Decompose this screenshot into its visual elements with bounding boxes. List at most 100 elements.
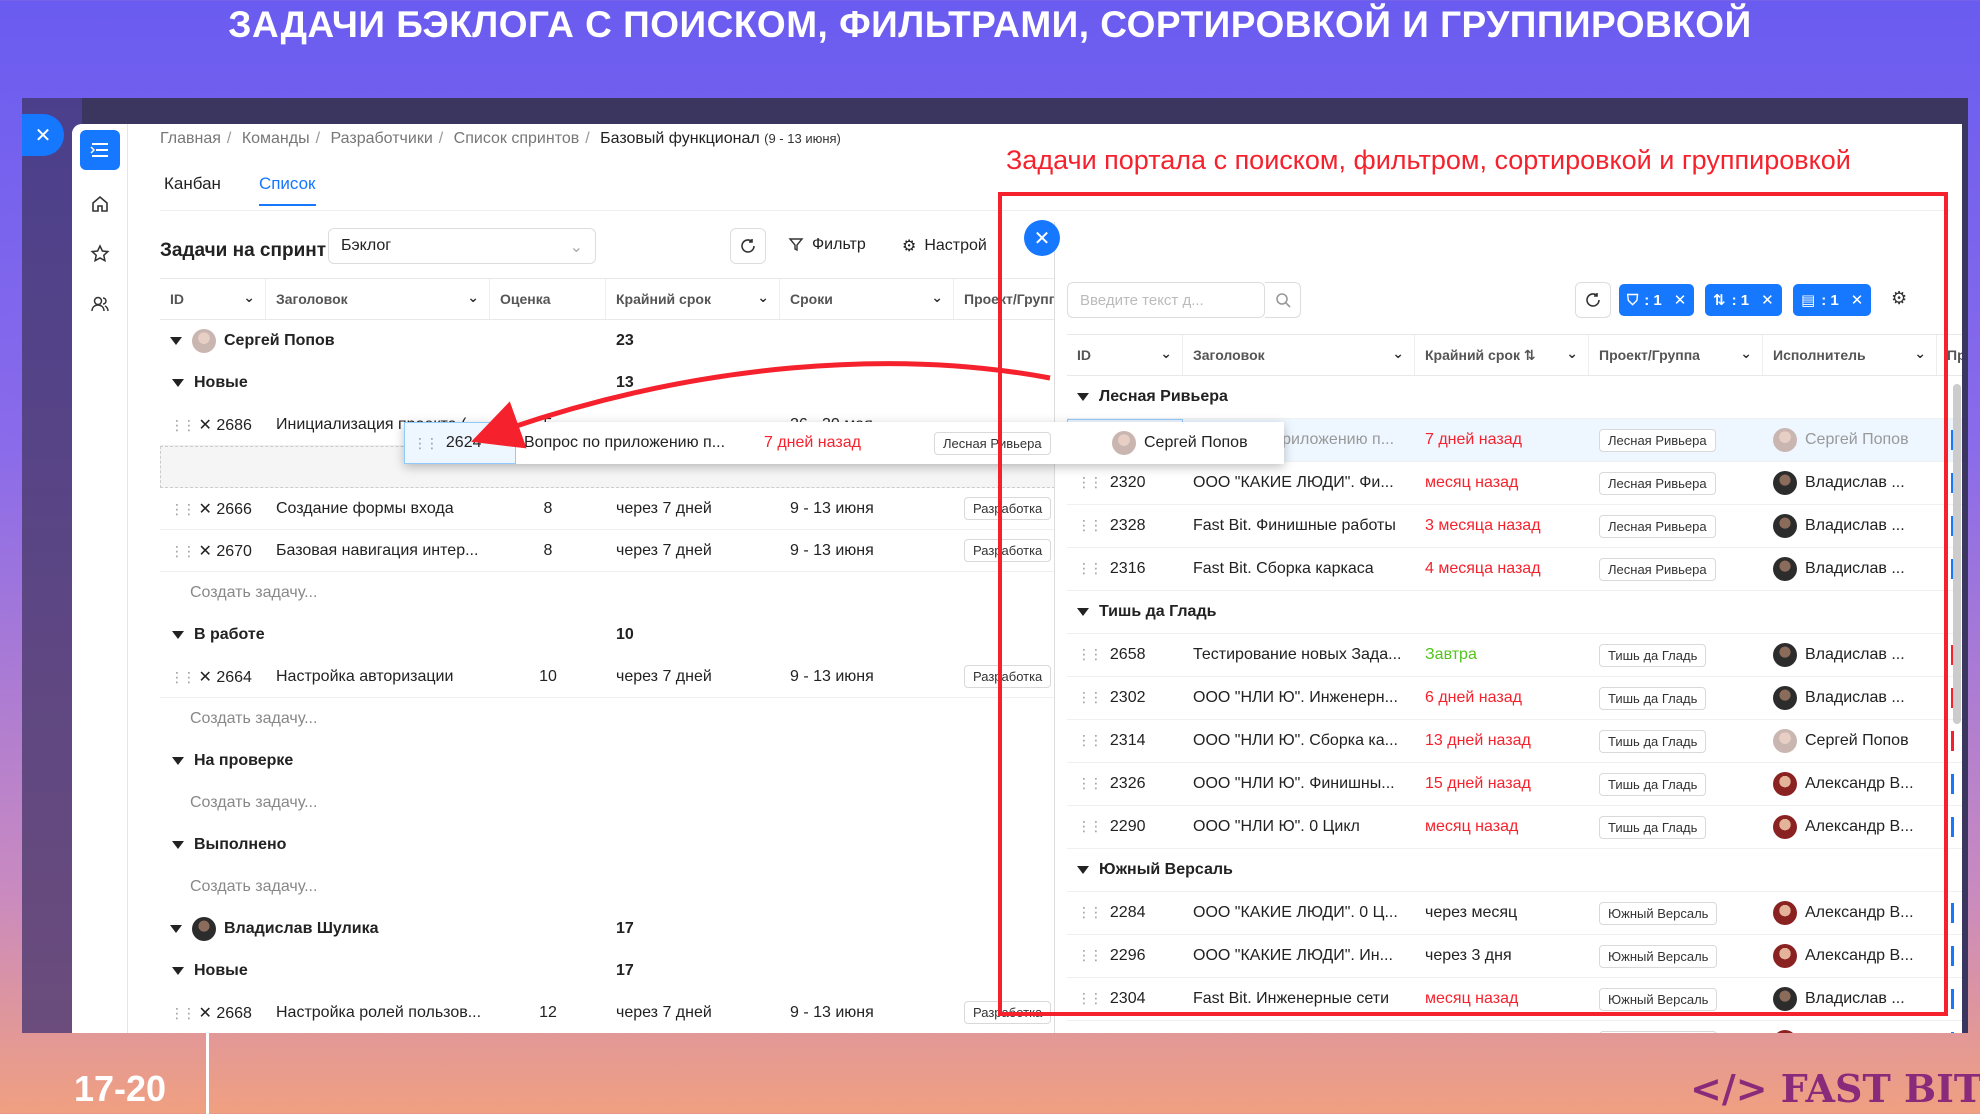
caret-down-icon <box>1077 392 1089 401</box>
status-group-row[interactable]: На проверке <box>160 740 1060 782</box>
create-task-link[interactable]: Создать задачу... <box>160 572 1060 614</box>
column-id[interactable]: ID ⌄ <box>1067 335 1183 375</box>
caret-down-icon <box>172 756 184 765</box>
star-icon[interactable] <box>86 240 114 268</box>
tab-list[interactable]: Список <box>258 174 316 206</box>
priority-marker <box>1951 946 1954 966</box>
column-estimate[interactable]: Оценка <box>490 279 606 319</box>
column-deadline[interactable]: Крайний срок ⇅ ⌄ <box>1415 335 1589 375</box>
table-row[interactable]: ⋮⋮ ✕ 2670 Базовая навигация интер... 8 ч… <box>160 530 1060 572</box>
team-icon[interactable] <box>86 290 114 318</box>
scrollbar[interactable] <box>1953 384 1961 724</box>
table-row[interactable]: ⋮⋮ 2314 ООО "НЛИ Ю". Сборка ка... 13 дней … <box>1067 720 1962 763</box>
filter-icon: ⛉ <box>1627 291 1639 309</box>
drag-handle-icon: ⋮⋮ <box>170 500 196 517</box>
refresh-button[interactable] <box>730 228 766 264</box>
filter-button[interactable]: Фильтр <box>788 236 866 254</box>
project-group-row[interactable]: Лесная Ривьера <box>1067 376 1962 419</box>
chevron-down-icon: ⌄ <box>1392 345 1404 361</box>
column-deadline[interactable]: Крайний срок ⌄ <box>606 279 780 319</box>
column-project[interactable]: Проект/Группа ⌄ <box>1589 335 1763 375</box>
drag-handle-icon: ⋮⋮ <box>170 542 196 559</box>
table-row[interactable]: ⋮⋮ 2320 ООО "КАКИЕ ЛЮДИ". Фи... месяц наза… <box>1067 462 1962 505</box>
table-row[interactable]: ⋮⋮ ✕ 2664 Настройка авторизации 10 через… <box>160 656 1060 698</box>
sprint-tasks-title: Задачи на спринт <box>160 240 327 261</box>
sprint-select[interactable]: Бэклог ⌄ <box>328 228 596 264</box>
close-panel-icon[interactable]: ✕ <box>1024 220 1060 256</box>
table-row[interactable]: ⋮⋮ 2326 ООО "НЛИ Ю". Финишны... 15 дней на… <box>1067 763 1962 806</box>
remove-icon: ✕ <box>198 542 212 560</box>
breadcrumb-teams[interactable]: Команды <box>242 130 310 147</box>
table-row[interactable]: ⋮⋮ ✕ 2666 Создание формы входа 8 через 7… <box>160 488 1060 530</box>
home-icon[interactable] <box>86 190 114 218</box>
avatar <box>1773 772 1797 796</box>
status-group-row[interactable]: В работе 10 <box>160 614 1060 656</box>
avatar <box>1773 557 1797 581</box>
chevron-down-icon: ⌄ <box>467 289 479 305</box>
drag-handle-icon[interactable]: ⋮⋮ <box>1077 732 1103 748</box>
status-group-row[interactable]: Выполнено <box>160 824 1060 866</box>
sort-chip[interactable]: ⇅: 1 ✕ <box>1705 284 1782 316</box>
column-title[interactable]: Заголовок ⌄ <box>1183 335 1415 375</box>
priority-marker <box>1951 989 1954 1009</box>
create-task-link[interactable]: Создать задачу... <box>160 698 1060 740</box>
column-assignee[interactable]: Исполнитель ⌄ <box>1763 335 1937 375</box>
status-group-row[interactable]: Новые 13 <box>160 362 1060 404</box>
drag-handle-icon[interactable]: ⋮⋮ <box>1077 947 1103 963</box>
sprint-task-table: ID ⌄ Заголовок ⌄ Оценка Крайний срок ⌄ Срок… <box>160 278 1060 1033</box>
create-task-link[interactable]: Создать задачу... <box>160 782 1060 824</box>
table-row[interactable]: ⋮⋮ 2290 ООО "НЛИ Ю". 0 Цикл месяц назад Тиш… <box>1067 806 1962 849</box>
column-project[interactable]: Проект/Группа <box>954 279 1060 319</box>
drag-handle-icon[interactable]: ⋮⋮ <box>1077 818 1103 834</box>
table-row[interactable]: ⋮⋮ 2308ООО "КАКИЕ ЛЮДИ". Сбо...месяц наз… <box>1067 1021 1962 1033</box>
avatar <box>1773 686 1797 710</box>
group-chip[interactable]: ▤: 1 ✕ <box>1793 284 1872 316</box>
table-row[interactable]: ⋮⋮ 2316 Fast Bit. Сборка каркаса 4 месяца … <box>1067 548 1962 591</box>
project-group-row[interactable]: Южный Версаль <box>1067 849 1962 892</box>
avatar <box>1773 643 1797 667</box>
portal-tasks-panel: Введите текст д... ⛉: 1 ✕ ⇅: 1 ✕ ▤: 1 ✕ ⚙ I… <box>1054 222 1962 1033</box>
close-sidebar-icon[interactable]: ✕ <box>22 114 64 156</box>
table-row[interactable]: ⋮⋮ 2304 Fast Bit. Инженерные сети месяц на… <box>1067 978 1962 1021</box>
gear-icon[interactable]: ⚙ <box>1891 288 1907 309</box>
drag-handle-icon[interactable]: ⋮⋮ <box>1077 517 1103 533</box>
avatar <box>192 917 216 941</box>
drag-handle-icon[interactable]: ⋮⋮ <box>1077 904 1103 920</box>
drag-handle-icon[interactable]: ⋮⋮ <box>1077 775 1103 791</box>
breadcrumb-home[interactable]: Главная <box>160 130 221 147</box>
drag-handle-icon[interactable]: ⋮⋮ <box>1077 990 1103 1006</box>
table-row[interactable]: ⋮⋮ 2284 ООО "КАКИЕ ЛЮДИ". 0 Ц... через мес… <box>1067 892 1962 935</box>
close-icon: ✕ <box>1761 292 1774 309</box>
project-group-row[interactable]: Тишь да Гладь <box>1067 591 1962 634</box>
column-priority[interactable]: Пр <box>1937 335 1962 375</box>
table-row[interactable]: ⋮⋮ 2302 ООО "НЛИ Ю". Инженерн... 6 дней на… <box>1067 677 1962 720</box>
table-row[interactable]: ⋮⋮ 2328 Fast Bit. Финишные работы 3 месяца… <box>1067 505 1962 548</box>
column-dates[interactable]: Сроки ⌄ <box>780 279 954 319</box>
drag-handle-icon[interactable]: ⋮⋮ <box>1077 474 1103 490</box>
search-icon[interactable] <box>1265 282 1301 318</box>
slide-title: ЗАДАЧИ БЭКЛОГА С ПОИСКОМ, ФИЛЬТРАМИ, СОР… <box>228 4 1752 45</box>
column-title[interactable]: Заголовок ⌄ <box>266 279 490 319</box>
drag-handle-icon[interactable]: ⋮⋮ <box>1077 689 1103 705</box>
drag-handle-icon[interactable]: ⋮⋮ <box>1077 646 1103 662</box>
create-task-link[interactable]: Создать задачу... <box>160 866 1060 908</box>
tab-kanban[interactable]: Канбан <box>164 174 221 206</box>
user-group-row[interactable]: Владислав Шулика 17 <box>160 908 1060 950</box>
filter-chip[interactable]: ⛉: 1 ✕ <box>1619 284 1695 316</box>
drag-handle-icon[interactable]: ⋮⋮ <box>1077 560 1103 576</box>
breadcrumb-developers[interactable]: Разработчики <box>331 130 433 147</box>
table-row[interactable]: ⋮⋮ ✕ 2668 Настройка ролей пользов... 12 … <box>160 992 1060 1033</box>
breadcrumb-sprints[interactable]: Список спринтов <box>454 130 580 147</box>
search-input[interactable]: Введите текст д... <box>1067 282 1265 318</box>
status-group-row[interactable]: Новые 17 <box>160 950 1060 992</box>
column-id[interactable]: ID ⌄ <box>160 279 266 319</box>
table-row[interactable]: ⋮⋮ 2296 ООО "КАКИЕ ЛЮДИ". Ин... через 3 дн… <box>1067 935 1962 978</box>
refresh-button[interactable] <box>1575 282 1611 318</box>
table-row[interactable]: ⋮⋮ 2658 Тестирование новых Зада... Завтра Т… <box>1067 634 1962 677</box>
menu-icon[interactable] <box>80 130 120 170</box>
project-tag: Тишь да Гладь <box>1599 815 1707 839</box>
user-group-row[interactable]: Сергей Попов 23 <box>160 320 1060 362</box>
priority-marker <box>1951 774 1954 794</box>
settings-button[interactable]: ⚙ Настрой <box>902 236 987 256</box>
dragged-task-row[interactable]: ⋮⋮ 2624 Вопрос по приложению п... 7 дней… <box>404 422 1284 464</box>
